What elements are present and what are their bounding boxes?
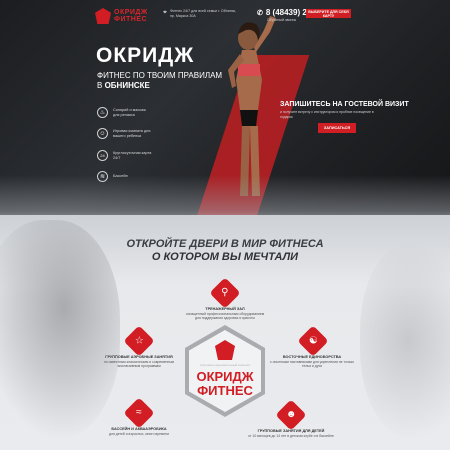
service-title: ГРУППОВЫЕ ЗАНЯТИЯ ДЛЯ ДЕТЕЙ [257, 429, 325, 433]
hero-section: ОКРИДЖ ФИТНЕС ⌖ Фитнес 24/7 для всей сем… [0, 0, 450, 215]
address-text: Фитнес 24/7 для всей семьи г. Обнинск, п… [169, 9, 237, 18]
child-icon: ☺ [97, 128, 108, 139]
24-7-icon: 24 [97, 150, 108, 161]
center-tagline: спортивно-оздоровительный комплекс [199, 363, 251, 367]
phone-icon: ✆ [257, 9, 263, 17]
steam-icon: ♨ [97, 107, 108, 118]
logo-icon [95, 8, 111, 24]
logo-line-2: ФИТНЕС [114, 16, 148, 23]
service-title: БАССЕЙН И АКВААЭРОБИКА [111, 427, 167, 431]
service-desc: по известным классическим и современным … [103, 360, 175, 369]
location-pin-icon: ⌖ [163, 9, 167, 16]
feature-item: 24 Круглосуточная карта 24/7 [97, 150, 153, 161]
service-title: ТРЕНАЖЕРНЫЙ ЗАЛ [205, 307, 245, 311]
callback-link[interactable]: Обратный звонок [267, 18, 327, 22]
promo-desc: и получите встречу с инструктором и проб… [280, 110, 374, 119]
athlete-image [228, 16, 276, 196]
hero-city-line: В ОБНИНСКЕ [97, 81, 150, 90]
hero-city: ОБНИНСКЕ [104, 81, 150, 90]
center-brand-line-1: ОКРИДЖ [196, 369, 254, 384]
service-desc: для детей и взрослых, много времени [109, 432, 169, 436]
hero-subtitle: ФИТНЕС ПО ТВОИМ ПРАВИЛАМ [97, 71, 223, 80]
section-title-line-1: ОТКРОЙТЕ ДВЕРИ В МИР ФИТНЕСА [126, 238, 324, 250]
choose-card-button[interactable]: ВЫБЕРИТЕ ДЛЯ СЕБЯ КАРТУ [306, 9, 351, 18]
face-backdrop-right [360, 240, 450, 440]
feature-item: ♨ Солярий и массаж для релакса [97, 107, 153, 118]
section-title-line-2: О КОТОРОМ ВЫ МЕЧТАЛИ [151, 251, 299, 263]
service-title: ГРУППОВЫЕ АЭРОБНЫЕ ЗАНЯТИЯ [105, 355, 173, 359]
service-title: ВОСТОЧНЫЕ ЕДИНОБОРСТВА [282, 355, 342, 359]
logo-line-1: ОКРИДЖ [114, 9, 148, 16]
hero-title: ОКРИДЖ [96, 44, 195, 67]
service-desc: оснащенный профессиональным оборудование… [185, 312, 265, 321]
service-desc: с опытными наставниками для укрепления н… [270, 360, 354, 369]
promo-title: ЗАПИШИТЕСЬ НА ГОСТЕВОЙ ВИЗИТ [280, 101, 409, 108]
hero-city-prefix: В [97, 81, 103, 90]
signup-button[interactable]: ЗАПИСАТЬСЯ [318, 123, 356, 133]
page: ОКРИДЖ ФИТНЕС ⌖ Фитнес 24/7 для всей сем… [0, 0, 450, 450]
address-block: ⌖ Фитнес 24/7 для всей семьи г. Обнинск,… [163, 9, 240, 18]
feature-item: ☺ Игровая комната для вашего ребенка [97, 128, 153, 139]
hero-fade [0, 175, 450, 215]
service-desc: от 10 месяцев до 14 лет в детском клубе … [248, 434, 334, 438]
center-brand-line-2: ФИТНЕС [197, 383, 253, 398]
brand-logo[interactable]: ОКРИДЖ ФИТНЕС [95, 8, 148, 24]
